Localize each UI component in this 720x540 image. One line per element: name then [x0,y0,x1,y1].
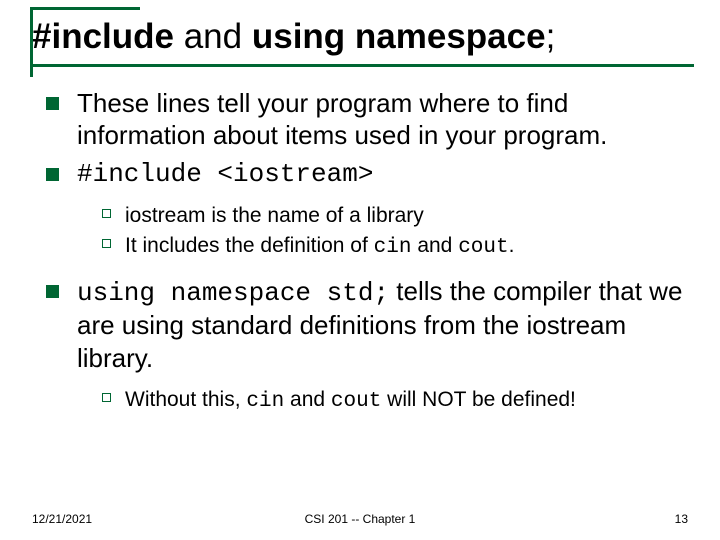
accent-rule-top [30,7,140,10]
square-bullet-icon [46,168,59,181]
square-bullet-icon [46,97,59,110]
list-item: iostream is the name of a library [102,202,684,229]
footer-page-number: 13 [675,512,688,526]
code-span: cout [458,236,508,259]
code-span: cout [331,390,381,413]
list-item: These lines tell your program where to f… [46,87,684,152]
square-bullet-icon [46,285,59,298]
hollow-square-bullet-icon [102,209,111,218]
code-span: cin [374,236,412,259]
sub-bullet-list: iostream is the name of a library It inc… [46,196,684,275]
hollow-square-bullet-icon [102,393,111,402]
title-part-semi: ; [546,17,556,56]
sub-bullet-text: It includes the definition of cin and co… [125,232,514,261]
list-item: Without this, cin and cout will NOT be d… [102,386,684,415]
title-part-and: and [174,17,252,56]
code-span: cin [246,390,284,413]
sub-bullet-list: Without this, cin and cout will NOT be d… [46,380,684,428]
slide: #include and using namespace; These line… [0,0,720,540]
sub-bullet-text: Without this, cin and cout will NOT be d… [125,386,576,415]
title-part-using: using namespace [252,17,546,56]
text-span: Without this, [125,388,246,411]
bullet-list: These lines tell your program where to f… [46,87,684,191]
footer-date: 12/21/2021 [32,512,92,526]
slide-title: #include and using namespace; [26,18,694,57]
list-item: #include <iostream> [46,158,684,191]
hollow-square-bullet-icon [102,239,111,248]
title-block: #include and using namespace; [26,18,694,65]
bullet-list: using namespace std; tells the compiler … [46,275,684,375]
accent-rule-bottom [30,64,694,67]
text-span: will NOT be defined! [381,388,576,411]
list-item: using namespace std; tells the compiler … [46,275,684,375]
list-item: It includes the definition of cin and co… [102,232,684,261]
content-area: These lines tell your program where to f… [26,65,694,429]
text-span: and [411,234,458,257]
bullet-text: using namespace std; tells the compiler … [77,275,684,375]
sub-bullet-text: iostream is the name of a library [125,202,424,229]
text-span: and [284,388,331,411]
footer-center: CSI 201 -- Chapter 1 [305,512,416,526]
footer: 12/21/2021 CSI 201 -- Chapter 1 13 [0,512,720,526]
title-part-include: #include [32,17,174,56]
accent-rule-vertical [30,7,33,77]
code-span: using namespace std; [77,278,389,308]
bullet-text: These lines tell your program where to f… [77,87,684,152]
text-span: It includes the definition of [125,234,374,257]
text-span: . [509,234,515,257]
bullet-text-code: #include <iostream> [77,158,373,191]
